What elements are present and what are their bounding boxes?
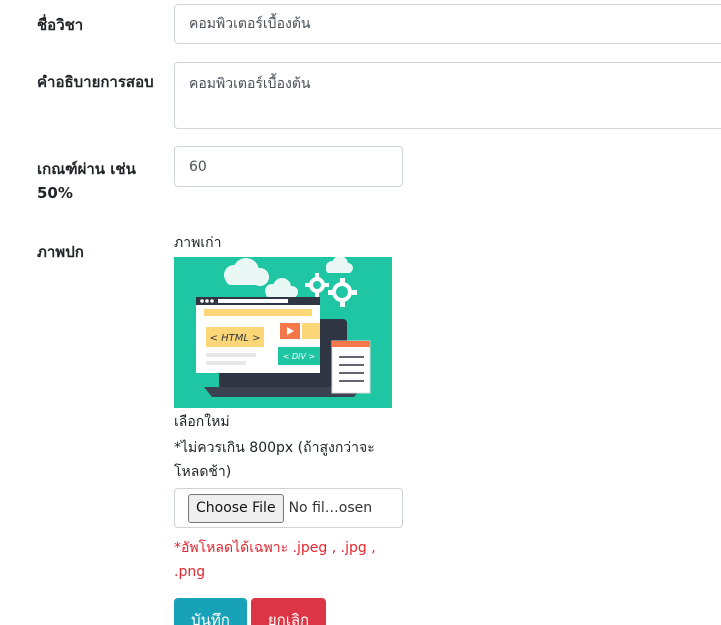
save-button[interactable]: บันทึก — [174, 598, 247, 625]
pass-criteria-label-line1: เกณฑ์ผ่าน เช่น — [37, 160, 136, 178]
pass-criteria-input[interactable]: 60 — [174, 146, 403, 187]
image-text-div: < DIV > — [283, 352, 315, 361]
image-text-html: < HTML > — [210, 333, 261, 344]
description-label: คำอธิบายการสอบ — [37, 73, 154, 91]
pass-criteria-value: 60 — [189, 158, 207, 175]
old-cover-image: < HTML > < DIV > — [174, 256, 392, 408]
new-image-caption: เลือกใหม่ — [174, 414, 230, 430]
course-name-label: ชื่อวิชา — [37, 16, 84, 34]
description-value: คอมพิวเตอร์เบื้องต้น — [189, 76, 311, 92]
edit-course-form: ชื่อวิชา คอมพิวเตอร์เบื้องต้น คำอธิบายกา… — [0, 0, 721, 625]
course-name-value: คอมพิวเตอร์เบื้องต้น — [189, 16, 311, 32]
old-image-caption: ภาพเก่า — [174, 235, 222, 251]
course-name-input[interactable]: คอมพิวเตอร์เบื้องต้น — [174, 4, 721, 44]
file-type-error-line2: .png — [174, 564, 206, 580]
file-status-text: No fil…osen — [288, 500, 373, 516]
cancel-button[interactable]: ยกเลิก — [251, 598, 326, 625]
cover-label: ภาพปก — [37, 243, 84, 261]
choose-file-button[interactable]: Choose File — [188, 493, 284, 523]
pass-criteria-label-line2: 50% — [37, 184, 73, 202]
file-type-error-line1: *อัพโหลดได้เฉพาะ .jpeg , .jpg , — [174, 540, 376, 556]
cover-file-input[interactable]: Choose File No fil…osen — [174, 488, 403, 528]
description-textarea[interactable]: คอมพิวเตอร์เบื้องต้น — [174, 62, 721, 129]
image-size-hint-line1: *ไม่ควรเกิน 800px (ถ้าสูงกว่าจะ — [174, 440, 375, 456]
image-size-hint-line2: โหลดช้า) — [174, 464, 232, 480]
